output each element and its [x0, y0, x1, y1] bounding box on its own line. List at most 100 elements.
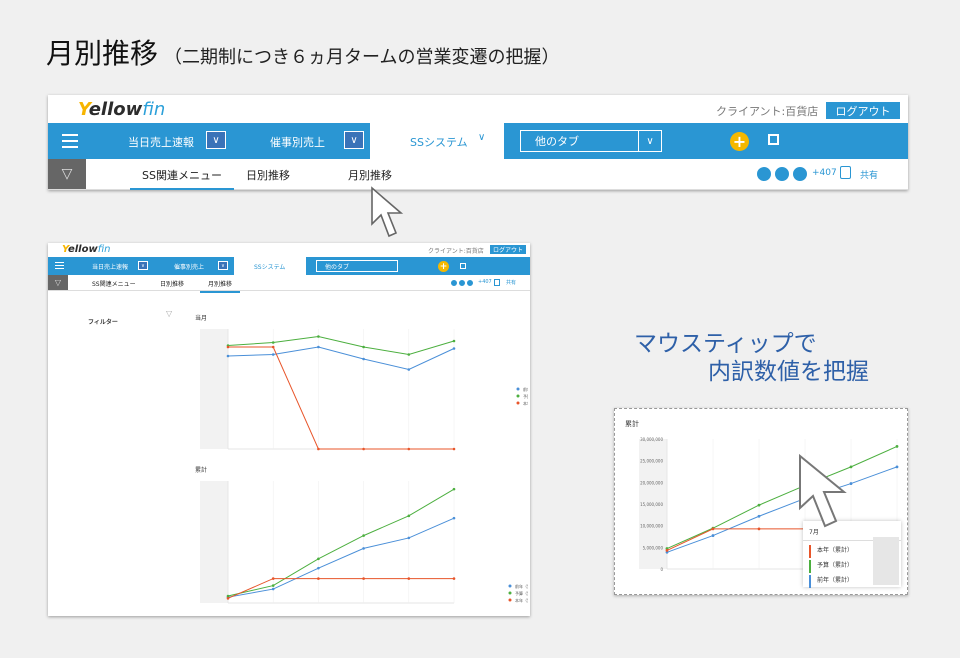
data-point [271, 587, 275, 591]
chart-cumulative: 前年（累計）予算（累計）本年（累計） [200, 481, 528, 604]
data-point [452, 347, 456, 350]
tab-monthly-trend[interactable]: 月別推移 [348, 167, 392, 183]
avatar[interactable] [774, 166, 790, 182]
data-point [271, 353, 275, 356]
logout-button[interactable]: ログアウト [826, 102, 900, 119]
lock-icon[interactable] [840, 166, 851, 179]
client-label: クライアント:百貨店 [428, 248, 484, 255]
data-point [271, 341, 275, 344]
legend-label: 予算（累計） [515, 590, 528, 596]
data-point [271, 345, 275, 349]
data-point [362, 547, 365, 550]
share-count[interactable]: +407 [812, 168, 837, 178]
add-icon[interactable]: + [730, 132, 749, 151]
avatar[interactable] [756, 166, 772, 182]
series-line [227, 488, 455, 597]
legend-label: 予算 [523, 393, 528, 399]
avatar[interactable] [450, 279, 458, 287]
nav-item-ss-system[interactable]: SSシステム [234, 257, 306, 275]
data-point [895, 445, 899, 448]
data-point [317, 345, 320, 349]
avatar[interactable] [458, 279, 466, 287]
tab-monthly-trend[interactable]: 月別推移 [200, 279, 241, 293]
data-point [452, 339, 456, 343]
tab-daily-trend[interactable]: 日別推移 [246, 167, 290, 183]
data-point [317, 566, 320, 570]
yellowfin-logo: Yellowfin [62, 244, 111, 255]
app-header-large: Yellowfin クライアント:百貨店 ログアウト 当日売上速報 ∨ 催事別売… [48, 95, 908, 190]
cursor-icon [371, 186, 404, 238]
hamburger-menu-icon[interactable] [62, 134, 78, 148]
data-point [757, 503, 761, 507]
share-count[interactable]: +407 [478, 279, 492, 285]
data-point [452, 447, 456, 451]
logout-button[interactable]: ログアウト [490, 245, 526, 254]
data-point [226, 345, 230, 349]
yellowfin-logo: Yellowfin [78, 99, 166, 120]
chevron-down-icon[interactable]: ∨ [638, 130, 662, 152]
legend-marker [508, 584, 512, 588]
data-point [362, 357, 365, 361]
nav-item-event-sales[interactable]: 催事別売上 [270, 134, 325, 150]
topbar: Yellowfin クライアント:百貨店 ログアウト [48, 243, 530, 257]
page-title-sub: （二期制につき６ヵ月タームの営業変遷の把握） [164, 47, 560, 68]
other-tabs-label: 他のタブ [325, 263, 350, 271]
avatar[interactable] [792, 166, 808, 182]
nav-item-event-sales[interactable]: 催事別売上 [174, 262, 204, 271]
legend-label: 前年 [523, 386, 528, 392]
legend-label: 本年 [523, 400, 528, 406]
tab-ss-menu[interactable]: SS関連メニュー [130, 167, 234, 190]
lock-icon[interactable] [494, 279, 500, 286]
share-label[interactable]: 共有 [506, 279, 516, 286]
y-tick-label: 20,000,000 [640, 480, 663, 485]
chevron-down-icon[interactable]: ∨ [344, 131, 364, 149]
client-label: クライアント:百貨店 [716, 105, 819, 118]
data-point [711, 534, 715, 537]
y-axis-band [200, 329, 228, 449]
legend-marker [508, 598, 512, 602]
main-nav: 当日売上速報 ∨ 催事別売上 ∨ SSシステム 他のタブ + [48, 257, 530, 275]
data-point [757, 514, 761, 518]
data-point [317, 577, 320, 580]
chevron-down-icon[interactable]: ∨ [138, 261, 148, 270]
y-tick-label: 30,000,000 [640, 437, 663, 442]
data-point [226, 597, 230, 600]
nav-item-daily-sales[interactable]: 当日売上速報 [92, 262, 128, 271]
chevron-down-icon[interactable]: ∨ [206, 131, 226, 149]
add-icon[interactable]: + [438, 261, 449, 272]
data-point [317, 335, 320, 338]
tooltip-values-blurred [873, 537, 899, 585]
hamburger-menu-icon[interactable] [55, 262, 64, 270]
chevron-down-icon[interactable]: ∨ [218, 261, 228, 270]
filter-icon[interactable]: ▽ [166, 309, 172, 318]
data-point [711, 527, 715, 531]
chevron-down-icon[interactable]: ∨ [478, 132, 485, 143]
data-point [757, 527, 761, 531]
data-point [226, 594, 230, 598]
chart-monthly: 前年予算本年 [200, 329, 528, 451]
callout-line2: 内訳数値を把握 [708, 359, 869, 385]
data-point [452, 516, 456, 520]
nav-item-daily-sales[interactable]: 当日売上速報 [128, 134, 194, 150]
data-point [362, 447, 365, 451]
filter-icon[interactable]: ▽ [48, 159, 86, 189]
legend-label: 本年（累計） [515, 597, 528, 603]
tab-ss-menu[interactable]: SS関連メニュー [92, 279, 136, 288]
data-point [407, 577, 411, 580]
callout-line1: マウスティップで [634, 331, 817, 357]
page-title-main: 月別推移 [46, 37, 159, 70]
other-tabs-dropdown[interactable]: 他のタブ [316, 260, 398, 272]
fullscreen-icon[interactable] [460, 263, 466, 269]
tab-daily-trend[interactable]: 日別推移 [160, 279, 184, 288]
legend-marker [516, 401, 520, 405]
filter-icon[interactable]: ▽ [48, 275, 68, 290]
data-point [407, 536, 411, 540]
series-line [227, 335, 455, 356]
avatar[interactable] [466, 279, 474, 287]
fullscreen-icon[interactable] [768, 134, 779, 145]
main-nav: 当日売上速報 ∨ 催事別売上 ∨ SSシステム ∨ 他のタブ ∨ + [48, 123, 908, 159]
filter-label: フィルター [88, 319, 118, 326]
data-point [362, 534, 365, 537]
app-screenshot-small: Yellowfin クライアント:百貨店 ログアウト 当日売上速報 ∨ 催事別売… [48, 243, 530, 616]
share-label[interactable]: 共有 [860, 168, 878, 181]
